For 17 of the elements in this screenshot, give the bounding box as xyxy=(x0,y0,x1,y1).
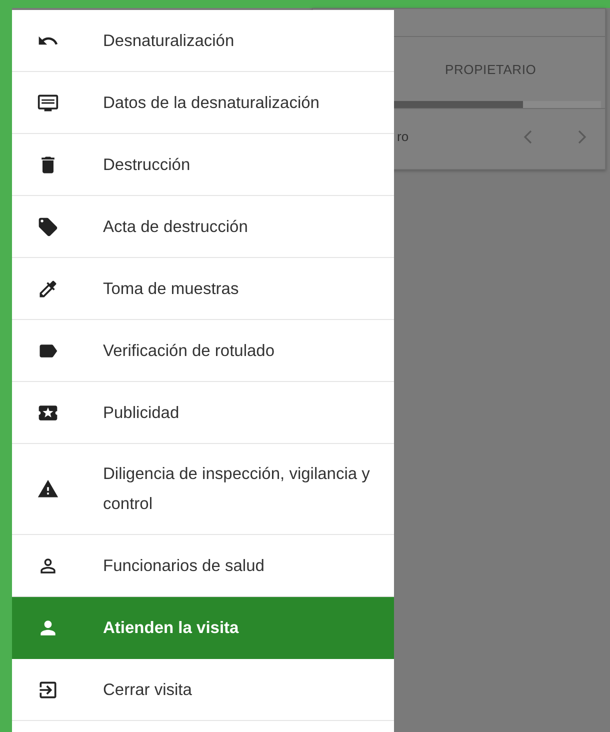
menu-item[interactable]: Desnaturalización xyxy=(12,10,394,72)
eyedropper-icon xyxy=(37,278,59,300)
previous-page-icon[interactable] xyxy=(522,128,533,144)
menu-item[interactable]: Verificación de rotulado xyxy=(12,320,394,382)
menu-item[interactable]: Toma de muestras xyxy=(12,258,394,320)
next-page-icon[interactable] xyxy=(576,128,587,144)
menu-item[interactable]: Cerrar visita xyxy=(12,659,394,721)
footer-text: ro xyxy=(397,129,409,144)
tag-icon xyxy=(37,216,59,238)
menu-item[interactable]: Atienden la visita xyxy=(12,597,394,659)
menu-item[interactable]: Datos de la desnaturalización xyxy=(12,72,394,134)
menu-item[interactable]: Publicidad xyxy=(12,382,394,444)
menu-item[interactable]: Destrucción xyxy=(12,134,394,196)
menu-item[interactable]: Diligencia de inspección, vigilancia y control xyxy=(12,444,394,535)
menu-item[interactable]: Acta de destrucción xyxy=(12,196,394,258)
column-header: PROPIETARIO xyxy=(445,62,536,76)
warning-icon xyxy=(37,478,59,500)
